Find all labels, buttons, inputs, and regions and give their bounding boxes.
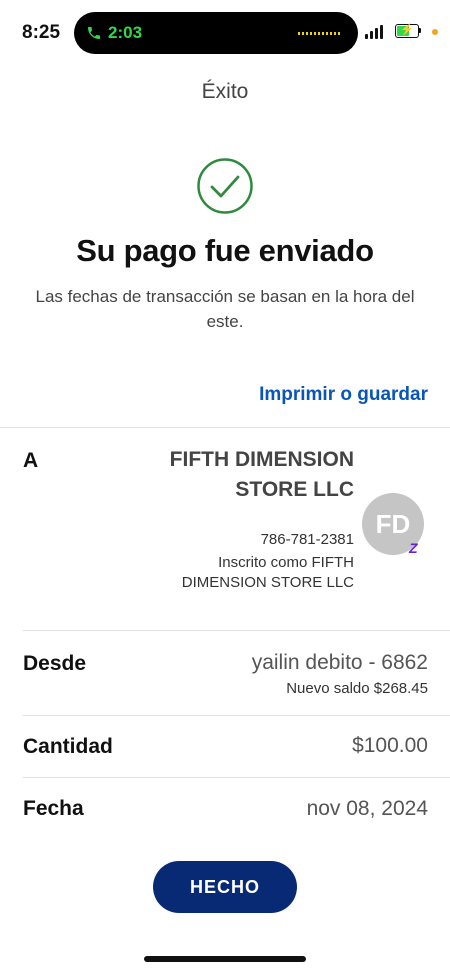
done-button[interactable]: HECHO [153,861,297,913]
date-label: Fecha [23,797,84,820]
new-balance: Nuevo saldo $268.45 [286,680,428,697]
charging-bolt-icon: ⚡ [400,24,414,36]
dynamic-island[interactable]: 2:03 [74,12,358,54]
date-value: nov 08, 2024 [306,797,428,820]
recipient-name: FIFTH DIMENSION STORE LLC [169,448,354,501]
active-call-indicator[interactable]: 2:03 [86,23,142,43]
from-label: Desde [23,652,87,675]
to-label: A [23,449,39,472]
battery-cap [419,28,421,33]
status-time: 8:25 [22,22,61,43]
divider [0,427,450,428]
avatar-initials: FD [375,508,411,539]
phone-icon [88,27,100,39]
battery-icon: ⚡ [395,24,419,38]
divider [23,715,450,716]
amount-label: Cantidad [23,735,113,758]
cellular-signal-icon [365,25,383,39]
page-title: Éxito [201,80,249,103]
status-bar: 8:25 2:03 ⚡ [0,0,450,66]
confirmation-headline: Su pago fue enviado [76,233,374,268]
divider [23,777,450,778]
zelle-badge-letter: Z [409,540,418,556]
recipient-enrolled-as: Inscrito como FIFTH DIMENSION STORE LLC [181,554,354,591]
zelle-badge-icon: Z [409,540,423,558]
audio-waveform-icon [298,32,342,35]
confirmation-subtext: Las fechas de transacción se basan en la… [35,287,415,331]
success-check-icon [197,158,253,214]
mic-in-use-indicator [432,29,438,35]
call-timer: 2:03 [108,23,143,42]
amount-value: $100.00 [352,734,428,757]
divider [23,630,450,631]
print-or-save-link[interactable]: Imprimir o guardar [259,384,428,406]
home-indicator[interactable] [144,956,306,962]
from-account: yailin debito - 6862 [251,651,428,674]
recipient-phone: 786-781-2381 [260,531,354,548]
